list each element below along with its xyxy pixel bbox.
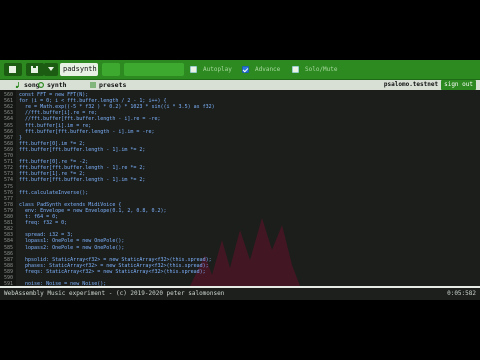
app-window: padsynth Autoplay Advance Solo/Mute song…: [0, 60, 480, 300]
tab-presets[interactable]: presets: [99, 80, 126, 90]
autoplay-checkbox[interactable]: [190, 66, 197, 73]
code-line: fft.buffer[fft.buffer.length - 1].im *= …: [19, 146, 146, 153]
autoplay-label: Autoplay: [203, 66, 232, 73]
gear-icon: [38, 82, 44, 88]
project-select[interactable]: padsynth: [60, 63, 98, 76]
code-line: lopass2: OnePole = new OnePole();: [19, 244, 125, 251]
save-icon: [31, 66, 38, 73]
code-line: freq: f32 = 0;: [19, 220, 68, 227]
code-line: fft.calculateInverse();: [19, 189, 89, 196]
stop-icon: [9, 66, 16, 73]
code-line: fft.buffer[fft.buffer.length - 1].im *= …: [19, 177, 146, 184]
tab-bar: song synth presets psalomo.testnet sign o…: [0, 80, 480, 90]
solo-mute-label: Solo/Mute: [305, 66, 338, 73]
code-editor[interactable]: 560 561 562 563 564 565 566 567 568 569 570 571 572 5…: [0, 90, 480, 286]
music-icon: [15, 82, 19, 88]
bpm-input[interactable]: [124, 63, 184, 76]
status-time: 0:05:582: [447, 290, 476, 297]
project-dropdown-button[interactable]: [44, 63, 58, 76]
toggle-button[interactable]: [102, 63, 120, 76]
toolbar: padsynth Autoplay Advance Solo/Mute: [0, 60, 480, 80]
chevron-down-icon: [48, 67, 54, 71]
status-bar: WebAssembly Music experiment - (c) 2019-…: [0, 286, 480, 300]
save-button[interactable]: [26, 63, 44, 76]
tab-synth[interactable]: synth: [47, 80, 67, 90]
advance-checkbox[interactable]: [242, 66, 249, 73]
sign-out-button[interactable]: sign out: [441, 80, 476, 90]
status-text: WebAssembly Music experiment - (c) 2019-…: [4, 290, 225, 297]
code-line: fft.buffer[fft.buffer.length - i].im = -…: [19, 128, 155, 135]
play-button[interactable]: [4, 63, 22, 76]
solo-mute-checkbox[interactable]: [292, 66, 299, 73]
advance-label: Advance: [255, 66, 281, 73]
account-name: psalomo.testnet: [383, 81, 439, 88]
account-area: psalomo.testnet sign out: [384, 80, 476, 90]
list-icon: [90, 82, 96, 88]
code-line: freqs: StaticArray<f32> = new StaticArra…: [19, 268, 206, 275]
